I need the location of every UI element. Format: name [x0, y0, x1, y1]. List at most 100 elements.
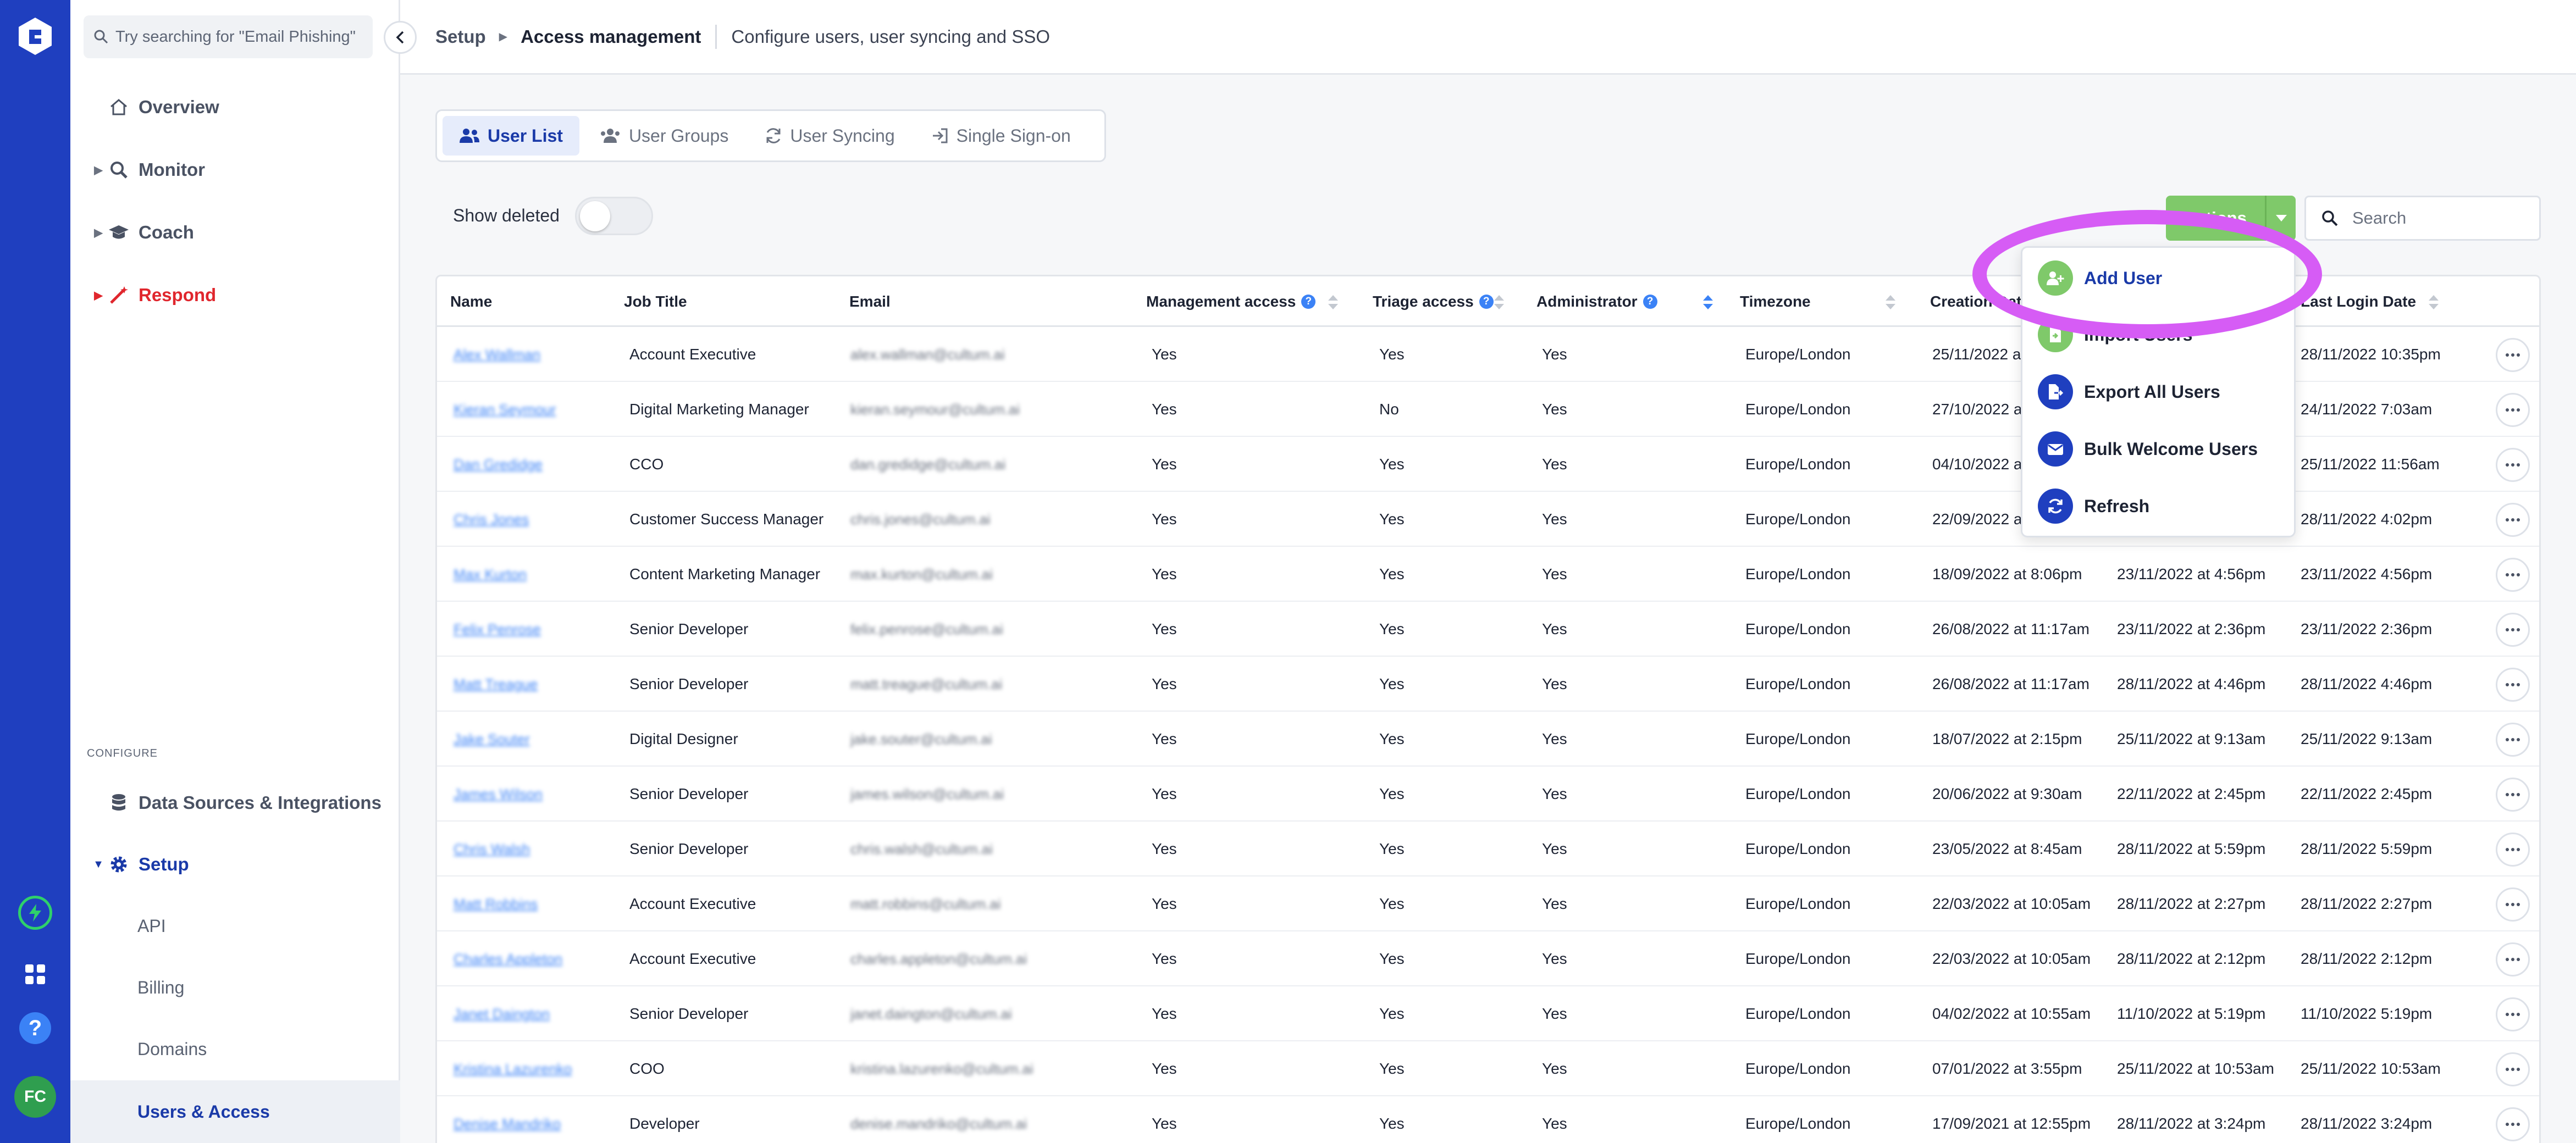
cell-name[interactable]: Max Kurton — [454, 547, 527, 602]
tab-user-syncing[interactable]: User Syncing — [748, 116, 911, 156]
sidebar-item-data-sources[interactable]: Data Sources & Integrations — [70, 790, 400, 815]
row-more-button[interactable] — [2496, 558, 2530, 592]
table-row[interactable]: Felix Penrose Senior Developer felix.penro… — [437, 602, 2539, 657]
cell-job-title: Senior Developer — [629, 785, 749, 802]
cell-timezone: Europe/London — [1745, 456, 1851, 473]
more-horizontal-icon — [2506, 738, 2520, 741]
menu-item-bulk-welcome-users[interactable]: Bulk Welcome Users — [2038, 427, 2258, 471]
search-icon — [2322, 210, 2338, 226]
cell-administrator: Yes — [1542, 620, 1567, 637]
breadcrumb-setup[interactable]: Setup — [435, 26, 486, 47]
cell-name[interactable]: James Wilson — [454, 767, 543, 822]
table-row[interactable]: Charles Appleton Account Executive charles… — [437, 931, 2539, 986]
table-row[interactable]: Jake Souter Digital Designer jake.souter@c… — [437, 712, 2539, 767]
cell-timezone: Europe/London — [1745, 730, 1851, 747]
sidebar-item-coach[interactable]: ▶ Coach — [70, 220, 400, 245]
cell-administrator: Yes — [1542, 511, 1567, 528]
row-more-button[interactable] — [2496, 942, 2530, 976]
help-button[interactable]: ? — [19, 1012, 51, 1044]
cell-name[interactable]: Chris Walsh — [454, 822, 530, 876]
table-row[interactable]: Denise Mandriko Developer denise.mandriko@… — [437, 1096, 2539, 1143]
row-more-button[interactable] — [2496, 613, 2530, 647]
sort-icon[interactable] — [1492, 293, 1506, 312]
table-row[interactable]: Max Kurton Content Marketing Manager max.k… — [437, 547, 2539, 602]
help-icon[interactable]: ? — [1643, 295, 1657, 309]
cell-name[interactable]: Matt Robbins — [454, 876, 538, 931]
cell-name[interactable]: Alex Wallman — [454, 327, 540, 382]
apps-grid-icon[interactable] — [18, 957, 52, 991]
table-row[interactable]: Janet Daington Senior Developer janet.dain… — [437, 986, 2539, 1041]
row-more-button[interactable] — [2496, 503, 2530, 537]
column-header-triage-access[interactable]: Triage access? — [1373, 276, 1494, 327]
sidebar-item-respond[interactable]: ▶ Respond — [70, 282, 400, 308]
sidebar-item-monitor[interactable]: ▶ Monitor — [70, 157, 400, 182]
sidebar-item-users-access[interactable]: Users & Access — [70, 1080, 400, 1143]
user-avatar[interactable]: FC — [14, 1076, 56, 1118]
cell-name[interactable]: Felix Penrose — [454, 602, 541, 657]
row-more-button[interactable] — [2496, 338, 2530, 372]
more-horizontal-icon — [2506, 518, 2520, 521]
cell-job-title: COO — [629, 1060, 665, 1077]
row-more-button[interactable] — [2496, 833, 2530, 867]
sidebar-item-billing[interactable]: Billing — [70, 958, 400, 1017]
tab-single-sign-on[interactable]: Single Sign-on — [915, 116, 1087, 156]
row-more-button[interactable] — [2496, 448, 2530, 482]
cell-last-active: 28/11/2022 at 2:12pm — [2117, 950, 2266, 967]
column-header-name[interactable]: Name — [450, 276, 492, 327]
cell-name[interactable]: Chris Jones — [454, 492, 529, 547]
cell-triage-access: Yes — [1379, 840, 1405, 857]
table-row[interactable]: Matt Robbins Account Executive matt.robbin… — [437, 876, 2539, 931]
cell-name[interactable]: Jake Souter — [454, 712, 530, 767]
sort-icon[interactable] — [1326, 293, 1340, 312]
sort-desc-icon[interactable] — [1701, 293, 1715, 312]
cell-creation-date: 07/01/2022 at 3:55pm — [1932, 1060, 2082, 1077]
global-search[interactable]: Try searching for "Email Phishing" — [84, 15, 373, 58]
table-search-input[interactable]: Search — [2304, 196, 2541, 241]
column-header-job-title[interactable]: Job Title — [624, 276, 687, 327]
cell-name[interactable]: Charles Appleton — [454, 931, 562, 986]
show-deleted-toggle[interactable] — [575, 197, 653, 235]
cell-name[interactable]: Matt Treague — [454, 657, 538, 712]
column-header-timezone[interactable]: Timezone — [1740, 276, 1811, 327]
cell-name[interactable]: Janet Daington — [454, 986, 550, 1041]
column-header-email[interactable]: Email — [849, 276, 891, 327]
help-icon[interactable]: ? — [1301, 295, 1316, 309]
row-more-button[interactable] — [2496, 393, 2530, 427]
title-divider — [715, 24, 717, 49]
row-more-button[interactable] — [2496, 723, 2530, 757]
cell-name[interactable]: Denise Mandriko — [454, 1096, 561, 1143]
cell-name[interactable]: Kristina Lazurenko — [454, 1041, 572, 1096]
tab-user-groups[interactable]: User Groups — [583, 116, 745, 156]
column-header-management-access[interactable]: Management access? — [1146, 276, 1316, 327]
sidebar-item-label: Overview — [139, 97, 219, 117]
status-bolt-icon[interactable] — [18, 896, 52, 930]
cell-job-title: Senior Developer — [629, 620, 749, 637]
row-more-button[interactable] — [2496, 997, 2530, 1031]
app-logo[interactable] — [17, 16, 53, 56]
sidebar-item-setup[interactable]: ▼ Setup — [70, 852, 400, 877]
show-deleted-label: Show deleted — [453, 206, 560, 225]
cell-name[interactable]: Dan Gredidge — [454, 437, 543, 492]
sidebar-item-domains[interactable]: Domains — [70, 1020, 400, 1078]
row-more-button[interactable] — [2496, 887, 2530, 922]
row-more-button[interactable] — [2496, 778, 2530, 812]
table-row[interactable]: Matt Treague Senior Developer matt.treague… — [437, 657, 2539, 712]
table-row[interactable]: James Wilson Senior Developer james.wilson… — [437, 767, 2539, 822]
row-more-button[interactable] — [2496, 1107, 2530, 1141]
help-icon[interactable]: ? — [1479, 295, 1494, 309]
table-row[interactable]: Chris Walsh Senior Developer chris.walsh@c… — [437, 822, 2539, 876]
menu-item-refresh[interactable]: Refresh — [2038, 484, 2149, 528]
cell-name[interactable]: Kieran Seymour — [454, 382, 556, 437]
column-header-administrator[interactable]: Administrator? — [1536, 276, 1657, 327]
row-more-button[interactable] — [2496, 1052, 2530, 1086]
menu-item-export-all-users[interactable]: Export All Users — [2038, 370, 2220, 414]
table-row[interactable]: Kristina Lazurenko COO kristina.lazurenko@… — [437, 1041, 2539, 1096]
tab-user-list[interactable]: User List — [443, 116, 579, 156]
table-search-placeholder: Search — [2352, 208, 2407, 228]
collapse-sidebar-button[interactable] — [384, 21, 417, 54]
sort-icon[interactable] — [2427, 293, 2440, 312]
sort-icon[interactable] — [1884, 293, 1897, 312]
sidebar-item-api[interactable]: API — [70, 897, 400, 955]
sidebar-item-overview[interactable]: Overview — [70, 95, 400, 120]
row-more-button[interactable] — [2496, 668, 2530, 702]
